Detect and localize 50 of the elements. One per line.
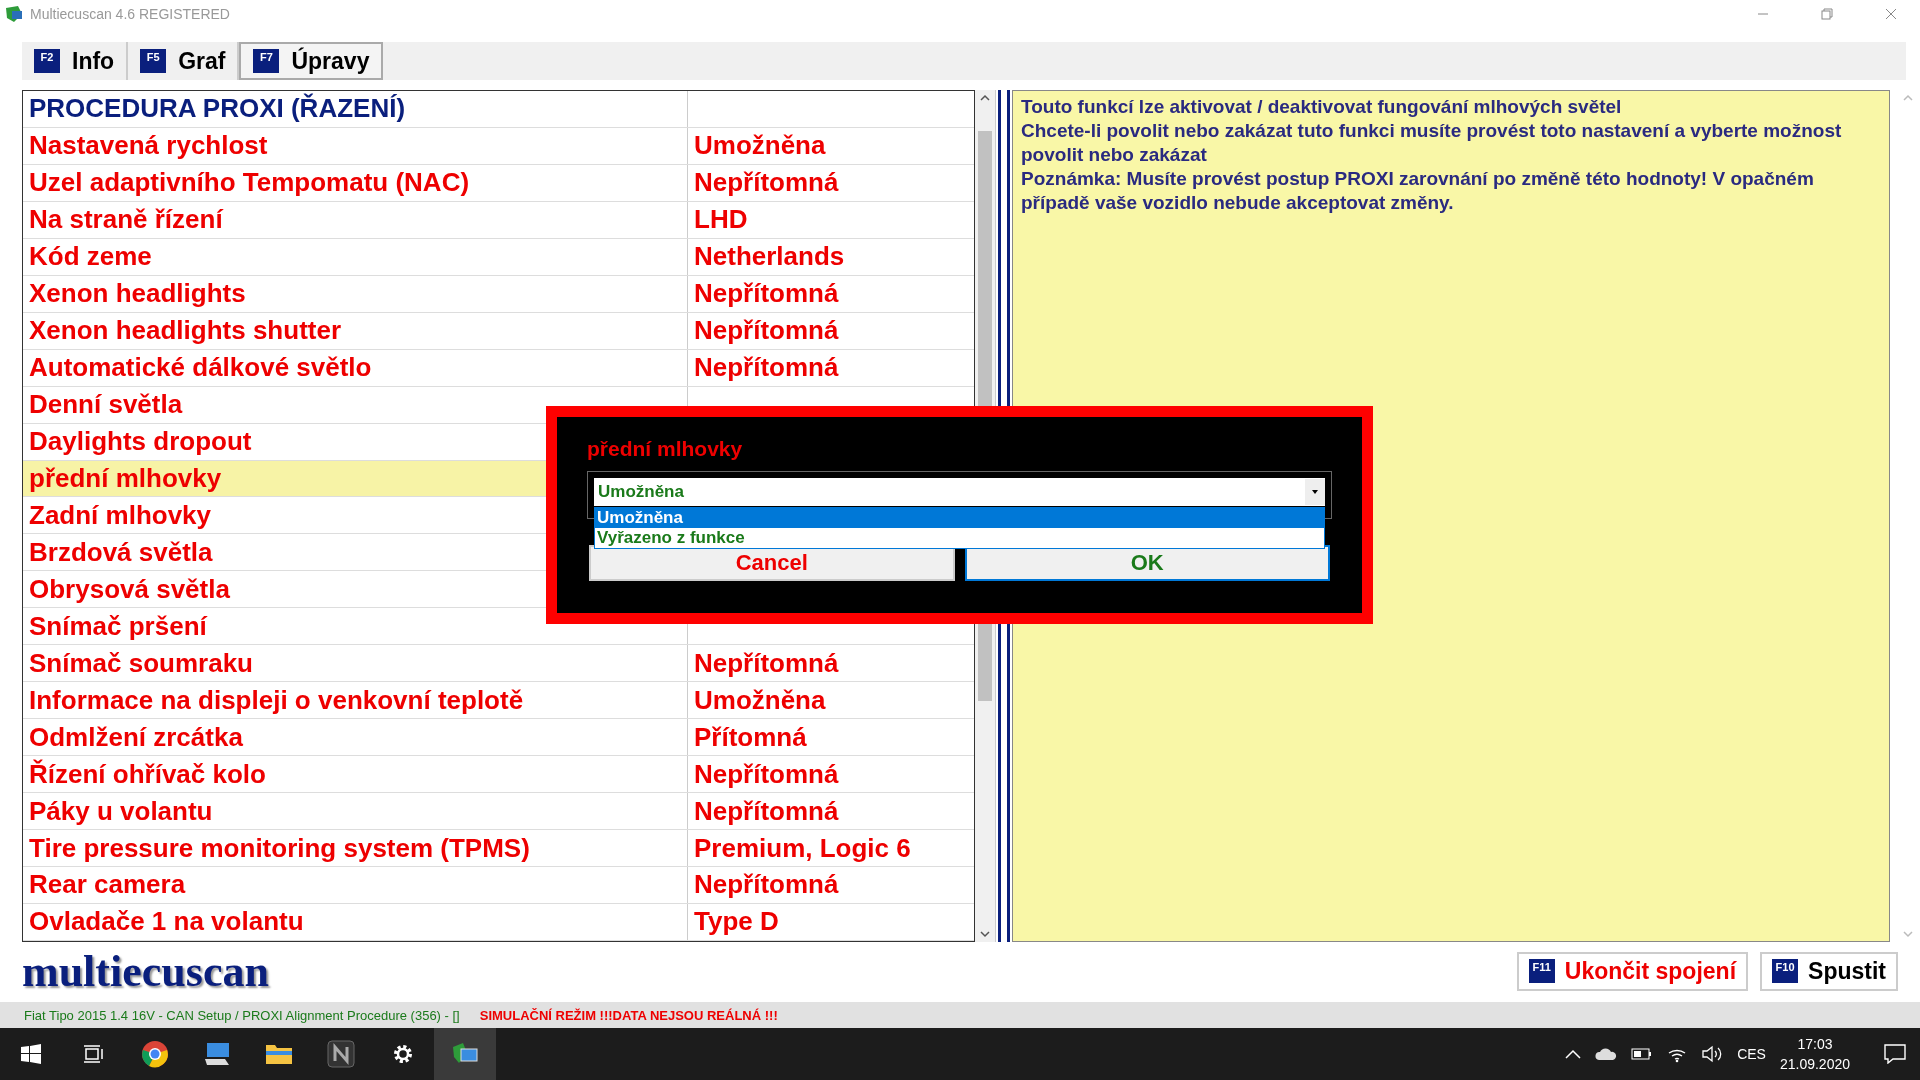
table-cell[interactable]: Informace na displeji o venkovní teplotě	[23, 682, 688, 719]
table-cell: Netherlands	[694, 241, 845, 273]
table-cell: Nepřítomná	[694, 758, 839, 790]
table-cell[interactable]: Kód zeme	[23, 238, 688, 275]
table-cell[interactable]: Xenon headlights	[23, 275, 688, 312]
table-cell[interactable]: Rear camera	[23, 867, 688, 903]
table-cell: Type D	[694, 906, 779, 938]
table-cell: Přítomná	[694, 721, 807, 753]
dropdown-option[interactable]: Umožněna	[595, 508, 1324, 528]
table-cell[interactable]: Nastavená rychlost	[23, 127, 688, 164]
table-cell: Nepřítomná	[694, 869, 839, 901]
status-text: Fiat Tipo 2015 1.4 16V - CAN Setup / PROXI Alignment Procedure (356) - []	[24, 1007, 460, 1023]
table-cell[interactable]: Na straně řízení	[23, 201, 688, 238]
table-cell[interactable]: Odmlžení zrcátka	[23, 719, 688, 756]
window-title: Multiecuscan 4.6 REGISTERED	[30, 6, 231, 22]
table-cell: LHD	[694, 204, 748, 236]
table-cell[interactable]: Ovladače 1 na volantu	[23, 903, 688, 940]
language-indicator[interactable]: CES	[1737, 1046, 1766, 1062]
key-badge: F2	[34, 49, 60, 73]
table-cell[interactable]: Xenon headlights shutter	[23, 312, 688, 349]
key-badge: F7	[253, 49, 280, 73]
table-cell[interactable]: Řízení ohřívač kolo	[23, 756, 688, 793]
key-badge: F11	[1528, 959, 1555, 983]
dropdown[interactable]: Umožněna	[594, 478, 1325, 506]
table-cell[interactable]: Páky u volantu	[23, 793, 688, 830]
table-cell: Umožněna	[694, 130, 826, 162]
logo: multiecuscan	[22, 945, 269, 997]
table-cell: Nepřítomná	[694, 167, 839, 199]
table-cell[interactable]: Tire pressure monitoring system (TPMS)	[23, 830, 688, 866]
table-cell: Nepřítomná	[694, 795, 839, 827]
table-cell: Nepřítomná	[694, 352, 839, 384]
table-cell[interactable]: Uzel adaptivního Tempomatu (NAC)	[23, 164, 688, 201]
description-text: Chcete-li povolit nebo zakázat tuto funkci musíte provést toto nastavení a vyberte možnost povolit nebo zakázat	[1021, 119, 1843, 167]
action-button[interactable]: F10 Spustit	[1760, 951, 1898, 991]
table-cell[interactable]: Snímač soumraku	[23, 645, 688, 682]
table-cell: Nepřítomná	[694, 647, 839, 679]
action-button[interactable]: F11 Ukončit spojení	[1516, 951, 1749, 991]
table-cell: Premium, Logic 6	[694, 832, 911, 864]
table-cell[interactable]: Automatické dálkové světlo	[23, 349, 688, 386]
description-text: Poznámka: Musíte provést postup PROXI zarovnání po změně této hodnoty! V opačném případě vaše vozidlo nebude akceptovat změny.	[1021, 167, 1815, 215]
table-cell: Nepřítomná	[694, 315, 839, 347]
key-badge: F10	[1772, 959, 1799, 983]
warning-text: SIMULAČNÍ REŽIM !!!DATA NEJSOU REÁLNÁ !!!	[479, 1007, 778, 1023]
table-cell: Nepřítomná	[694, 278, 839, 310]
table-cell: Umožněna	[694, 684, 826, 716]
table-header: PROCEDURA PROXI (ŘAZENÍ)	[23, 91, 688, 127]
description-text: Touto funkcí lze aktivovat / deaktivovat fungování mlhových světel	[1021, 95, 1623, 119]
clock[interactable]: 17:03 21.09.2020	[1779, 1034, 1850, 1074]
key-badge: F5	[140, 49, 167, 73]
tab[interactable]: F7 Úpravy	[239, 42, 384, 80]
